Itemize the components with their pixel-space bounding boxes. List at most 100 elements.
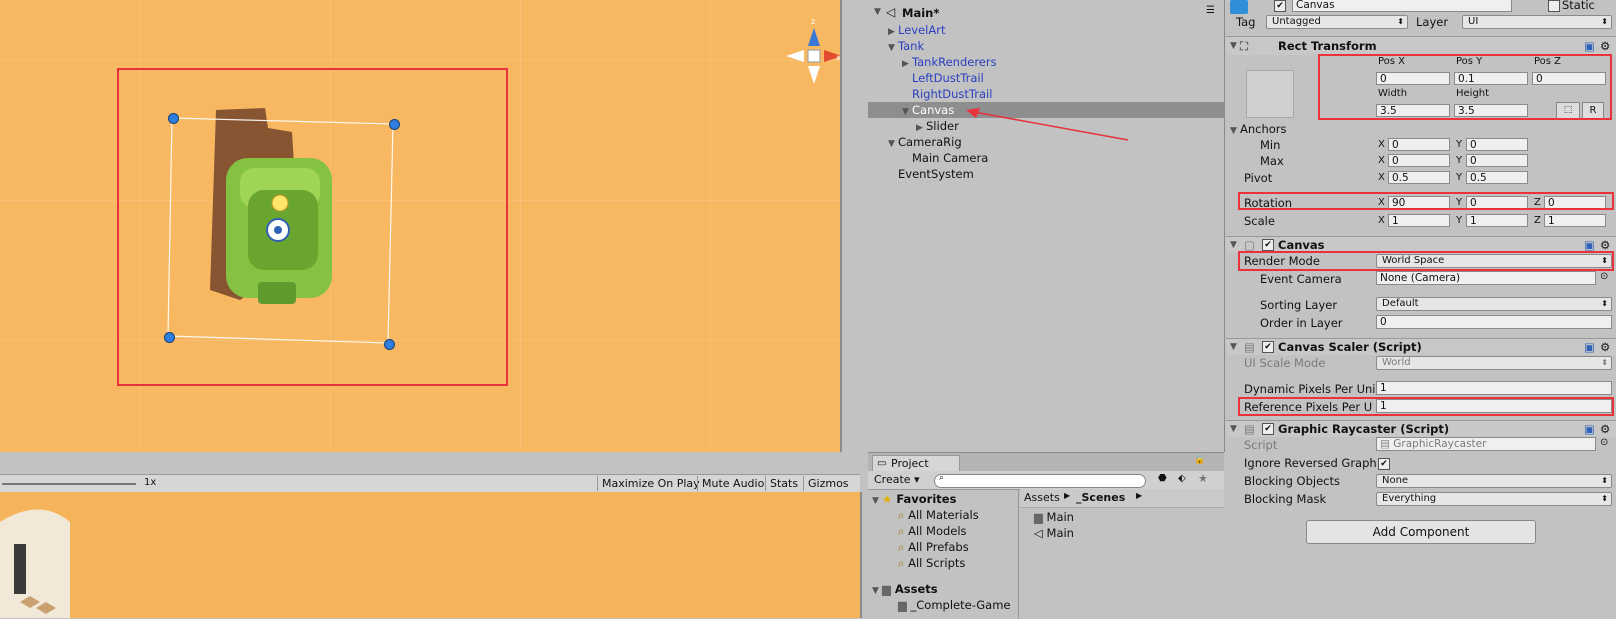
gizmos-button[interactable]: Gizmos [803, 476, 853, 491]
blueprint-mode-button[interactable]: ⬚ [1556, 102, 1580, 119]
tag-label: Tag [1236, 15, 1256, 29]
hierarchy-item[interactable]: ▶ TankRenderers [902, 54, 997, 70]
lock-icon[interactable]: 🔒 [1194, 455, 1205, 465]
hierarchy-item[interactable]: ▼ Tank [888, 38, 924, 54]
settings-gear-icon[interactable]: ⚙ [1600, 37, 1610, 55]
help-icon[interactable]: ▣ [1584, 37, 1595, 55]
settings-gear-icon[interactable]: ⚙ [1600, 339, 1610, 355]
rect-transform-header[interactable]: ▼ ⛶ Rect Transform ▣ ⚙ [1226, 36, 1616, 55]
project-icon: ▭ [877, 458, 887, 469]
active-checkbox[interactable]: ✔ [1274, 0, 1286, 12]
height-field[interactable]: 3.5 [1454, 104, 1528, 117]
rotation-y-field[interactable]: 0 [1466, 196, 1528, 209]
pos-y-field[interactable]: 0.1 [1454, 72, 1528, 85]
scale-x-field[interactable]: 1 [1388, 214, 1450, 227]
hierarchy-item[interactable]: LeftDustTrail [912, 70, 984, 86]
pos-z-label: Pos Z [1534, 56, 1562, 67]
static-checkbox[interactable] [1548, 0, 1560, 12]
pos-x-field[interactable]: 0 [1376, 72, 1450, 85]
pivot-x-field[interactable]: 0.5 [1388, 171, 1450, 184]
y-label: Y [1456, 197, 1463, 208]
raycaster-enabled-checkbox[interactable]: ✔ [1262, 423, 1274, 435]
tank-model[interactable] [0, 0, 840, 452]
game-view[interactable] [0, 492, 862, 618]
project-file-folder[interactable]: ▆ Main [1034, 509, 1074, 525]
layer-dropdown[interactable]: UI [1462, 15, 1612, 29]
rect-handle-bl-icon[interactable] [164, 332, 175, 343]
favorite-item[interactable]: ⌕ All Materials [898, 507, 979, 523]
hierarchy-item[interactable]: EventSystem [898, 166, 974, 182]
orientation-gizmo-icon[interactable]: z x [784, 14, 842, 110]
search-input[interactable]: ⌕ [934, 473, 1146, 488]
static-label: Static [1562, 0, 1595, 12]
pos-z-field[interactable]: 0 [1532, 72, 1606, 85]
hierarchy-item[interactable]: ▼ CameraRig [888, 134, 962, 150]
object-picker-icon[interactable]: ⊙ [1600, 437, 1608, 448]
favorite-item[interactable]: ⌕ All Prefabs [898, 539, 969, 555]
scale-z-field[interactable]: 1 [1544, 214, 1606, 227]
tab-project[interactable]: ▭ Project [872, 455, 960, 471]
rect-handle-tl-icon[interactable] [168, 113, 179, 124]
reference-pixels-field[interactable]: 1 [1376, 399, 1612, 413]
favorite-item[interactable]: ⌕ All Models [898, 523, 967, 539]
ignore-reversed-checkbox[interactable]: ✔ [1378, 458, 1390, 470]
event-camera-field[interactable]: None (Camera) [1376, 271, 1596, 285]
maximize-on-play-button[interactable]: Maximize On Play [597, 476, 704, 491]
hierarchy-menu-icon[interactable]: ☰ [1206, 5, 1215, 16]
pivot-y-field[interactable]: 0.5 [1466, 171, 1528, 184]
create-dropdown[interactable]: Create ▾ [874, 473, 920, 486]
order-in-layer-field[interactable]: 0 [1376, 315, 1612, 329]
sorting-layer-dropdown[interactable]: Default [1376, 297, 1612, 311]
filter-type-icon[interactable]: ⬣ [1158, 473, 1167, 484]
assets-row[interactable]: ▼ ▆ Assets [872, 581, 938, 597]
help-icon[interactable]: ▣ [1584, 421, 1595, 437]
raw-edit-button[interactable]: R [1582, 102, 1604, 119]
hierarchy-item[interactable]: Main Camera [912, 150, 988, 166]
help-icon[interactable]: ▣ [1584, 237, 1595, 253]
pos-x-label: Pos X [1378, 56, 1406, 67]
canvas-enabled-checkbox[interactable]: ✔ [1262, 239, 1274, 251]
help-icon[interactable]: ▣ [1584, 339, 1595, 355]
blocking-objects-dropdown[interactable]: None [1376, 474, 1612, 488]
rect-handle-tr-icon[interactable] [389, 119, 400, 130]
object-picker-icon[interactable]: ⊙ [1600, 271, 1608, 282]
anchor-max-x-field[interactable]: 0 [1388, 154, 1450, 167]
favorites-row[interactable]: ▼ ★ Favorites [872, 491, 956, 507]
rotation-x-field[interactable]: 90 [1388, 196, 1450, 209]
filter-label-icon[interactable]: ⬖ [1178, 473, 1186, 484]
mute-audio-button[interactable]: Mute Audio [697, 476, 768, 491]
settings-gear-icon[interactable]: ⚙ [1600, 421, 1610, 437]
favorite-star-icon[interactable]: ★ [1198, 472, 1208, 485]
render-mode-dropdown[interactable]: World Space [1376, 254, 1612, 268]
anchor-min-x-field[interactable]: 0 [1388, 138, 1450, 151]
breadcrumb-scenes[interactable]: _Scenes [1076, 491, 1125, 504]
add-component-button[interactable]: Add Component [1306, 520, 1536, 544]
hierarchy-item[interactable]: RightDustTrail [912, 86, 992, 102]
rect-handle-br-icon[interactable] [384, 339, 395, 350]
object-name-field[interactable]: Canvas [1292, 0, 1512, 12]
rotation-z-field[interactable]: 0 [1544, 196, 1606, 209]
hierarchy-scene-row[interactable]: ▼ ◁ Main* ☰ [868, 4, 1224, 22]
canvas-scaler-header[interactable]: ▼ ▤ ✔ Canvas Scaler (Script) ▣ ⚙ [1226, 338, 1616, 355]
dynamic-pixels-field[interactable]: 1 [1376, 381, 1612, 395]
tag-dropdown[interactable]: Untagged [1266, 15, 1408, 29]
stats-button[interactable]: Stats [765, 476, 802, 491]
anchor-preset-icon[interactable] [1246, 70, 1294, 118]
canvas-header[interactable]: ▼ ▢ ✔ Canvas ▣ ⚙ [1226, 236, 1616, 253]
project-file-scene[interactable]: ◁ Main [1034, 525, 1074, 541]
favorite-item[interactable]: ⌕ All Scripts [898, 555, 965, 571]
scale-y-field[interactable]: 1 [1466, 214, 1528, 227]
anchor-max-y-field[interactable]: 0 [1466, 154, 1528, 167]
settings-gear-icon[interactable]: ⚙ [1600, 237, 1610, 253]
asset-folder[interactable]: ▆ _Complete-Game [898, 597, 1011, 613]
breadcrumb-assets[interactable]: Assets [1024, 491, 1060, 504]
hierarchy-item[interactable]: ▶ Slider [916, 118, 959, 134]
graphic-raycaster-header[interactable]: ▼ ▤ ✔ Graphic Raycaster (Script) ▣ ⚙ [1226, 420, 1616, 437]
width-field[interactable]: 3.5 [1376, 104, 1450, 117]
scene-view[interactable]: z x [0, 0, 842, 452]
hierarchy-item[interactable]: ▶ LevelArt [888, 22, 945, 38]
scaler-enabled-checkbox[interactable]: ✔ [1262, 341, 1274, 353]
anchor-min-y-field[interactable]: 0 [1466, 138, 1528, 151]
layer-label: Layer [1416, 15, 1449, 29]
blocking-mask-dropdown[interactable]: Everything [1376, 492, 1612, 506]
